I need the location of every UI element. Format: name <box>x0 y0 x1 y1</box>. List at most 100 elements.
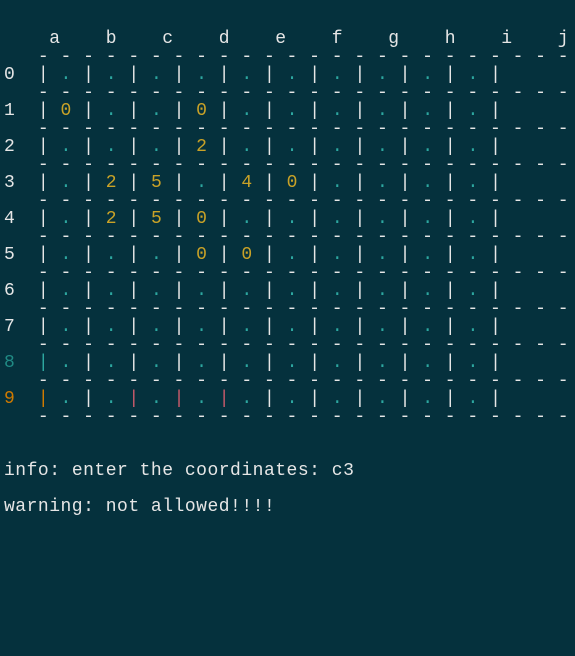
cell-1-j[interactable]: . <box>456 101 479 121</box>
cell-6-f[interactable]: . <box>275 281 298 301</box>
cell-5-b[interactable]: . <box>94 245 117 265</box>
cell-8-j[interactable]: . <box>456 353 479 373</box>
cell-7-f[interactable]: . <box>275 317 298 337</box>
cell-2-b[interactable]: . <box>94 137 117 157</box>
cell-9-f[interactable]: . <box>275 389 298 409</box>
cell-6-e[interactable]: . <box>230 281 253 301</box>
cell-2-g[interactable]: . <box>321 137 344 157</box>
cell-5-a[interactable]: . <box>49 245 72 265</box>
cell-3-d[interactable]: . <box>185 173 208 193</box>
cell-9-e[interactable]: . <box>230 389 253 409</box>
cell-9-d[interactable]: . <box>185 389 208 409</box>
cell-6-j[interactable]: . <box>456 281 479 301</box>
cell-4-a[interactable]: . <box>49 209 72 229</box>
cell-9-i[interactable]: . <box>411 389 434 409</box>
cell-3-f[interactable]: 0 <box>275 173 298 193</box>
cell-5-j[interactable]: . <box>456 245 479 265</box>
cell-4-c[interactable]: 5 <box>140 209 163 229</box>
cell-1-f[interactable]: . <box>275 101 298 121</box>
cell-8-h[interactable]: . <box>366 353 389 373</box>
cell-3-h[interactable]: . <box>366 173 389 193</box>
cell-1-c[interactable]: . <box>140 101 163 121</box>
cell-6-b[interactable]: . <box>94 281 117 301</box>
cell-4-b[interactable]: 2 <box>94 209 117 229</box>
cell-7-j[interactable]: . <box>456 317 479 337</box>
cell-4-d[interactable]: 0 <box>185 209 208 229</box>
cell-7-e[interactable]: . <box>230 317 253 337</box>
cell-0-c[interactable]: . <box>140 65 163 85</box>
cell-1-h[interactable]: . <box>366 101 389 121</box>
cell-8-f[interactable]: . <box>275 353 298 373</box>
cell-5-i[interactable]: . <box>411 245 434 265</box>
cell-0-j[interactable]: . <box>456 65 479 85</box>
cell-1-a[interactable]: 0 <box>49 101 72 121</box>
cell-2-c[interactable]: . <box>140 137 163 157</box>
cell-5-h[interactable]: . <box>366 245 389 265</box>
coordinate-input[interactable]: c3 <box>332 461 355 481</box>
cell-3-e[interactable]: 4 <box>230 173 253 193</box>
cell-6-i[interactable]: . <box>411 281 434 301</box>
cell-6-h[interactable]: . <box>366 281 389 301</box>
cell-3-a[interactable]: . <box>49 173 72 193</box>
cell-4-g[interactable]: . <box>321 209 344 229</box>
cell-7-i[interactable]: . <box>411 317 434 337</box>
cell-1-e[interactable]: . <box>230 101 253 121</box>
cell-2-d[interactable]: 2 <box>185 137 208 157</box>
cell-7-b[interactable]: . <box>94 317 117 337</box>
cell-4-e[interactable]: . <box>230 209 253 229</box>
cell-2-e[interactable]: . <box>230 137 253 157</box>
cell-3-b[interactable]: 2 <box>94 173 117 193</box>
cell-4-h[interactable]: . <box>366 209 389 229</box>
cell-9-j[interactable]: . <box>456 389 479 409</box>
cell-8-e[interactable]: . <box>230 353 253 373</box>
cell-2-h[interactable]: . <box>366 137 389 157</box>
cell-9-h[interactable]: . <box>366 389 389 409</box>
cell-0-d[interactable]: . <box>185 65 208 85</box>
cell-0-h[interactable]: . <box>366 65 389 85</box>
cell-3-c[interactable]: 5 <box>140 173 163 193</box>
cell-2-f[interactable]: . <box>275 137 298 157</box>
cell-7-d[interactable]: . <box>185 317 208 337</box>
cell-9-a[interactable]: . <box>49 389 72 409</box>
cell-4-j[interactable]: . <box>456 209 479 229</box>
cell-8-d[interactable]: . <box>185 353 208 373</box>
cell-9-c[interactable]: . <box>140 389 163 409</box>
cell-2-j[interactable]: . <box>456 137 479 157</box>
cell-2-a[interactable]: . <box>49 137 72 157</box>
cell-1-d[interactable]: 0 <box>185 101 208 121</box>
cell-8-a[interactable]: . <box>49 353 72 373</box>
cell-0-a[interactable]: . <box>49 65 72 85</box>
cell-2-i[interactable]: . <box>411 137 434 157</box>
cell-0-f[interactable]: . <box>275 65 298 85</box>
cell-6-g[interactable]: . <box>321 281 344 301</box>
cell-6-d[interactable]: . <box>185 281 208 301</box>
cell-5-g[interactable]: . <box>321 245 344 265</box>
cell-0-i[interactable]: . <box>411 65 434 85</box>
cell-5-c[interactable]: . <box>140 245 163 265</box>
cell-6-c[interactable]: . <box>140 281 163 301</box>
cell-4-i[interactable]: . <box>411 209 434 229</box>
cell-0-b[interactable]: . <box>94 65 117 85</box>
cell-0-e[interactable]: . <box>230 65 253 85</box>
cell-7-g[interactable]: . <box>321 317 344 337</box>
cell-1-g[interactable]: . <box>321 101 344 121</box>
cell-3-j[interactable]: . <box>456 173 479 193</box>
cell-0-g[interactable]: . <box>321 65 344 85</box>
cell-5-f[interactable]: . <box>275 245 298 265</box>
cell-5-e[interactable]: 0 <box>230 245 253 265</box>
cell-7-a[interactable]: . <box>49 317 72 337</box>
cell-9-g[interactable]: . <box>321 389 344 409</box>
cell-8-b[interactable]: . <box>94 353 117 373</box>
cell-3-i[interactable]: . <box>411 173 434 193</box>
cell-7-h[interactable]: . <box>366 317 389 337</box>
cell-1-b[interactable]: . <box>94 101 117 121</box>
cell-4-f[interactable]: . <box>275 209 298 229</box>
cell-7-c[interactable]: . <box>140 317 163 337</box>
cell-1-i[interactable]: . <box>411 101 434 121</box>
cell-5-d[interactable]: 0 <box>185 245 208 265</box>
cell-9-b[interactable]: . <box>94 389 117 409</box>
cell-6-a[interactable]: . <box>49 281 72 301</box>
cell-8-g[interactable]: . <box>321 353 344 373</box>
cell-3-g[interactable]: . <box>321 173 344 193</box>
cell-8-c[interactable]: . <box>140 353 163 373</box>
